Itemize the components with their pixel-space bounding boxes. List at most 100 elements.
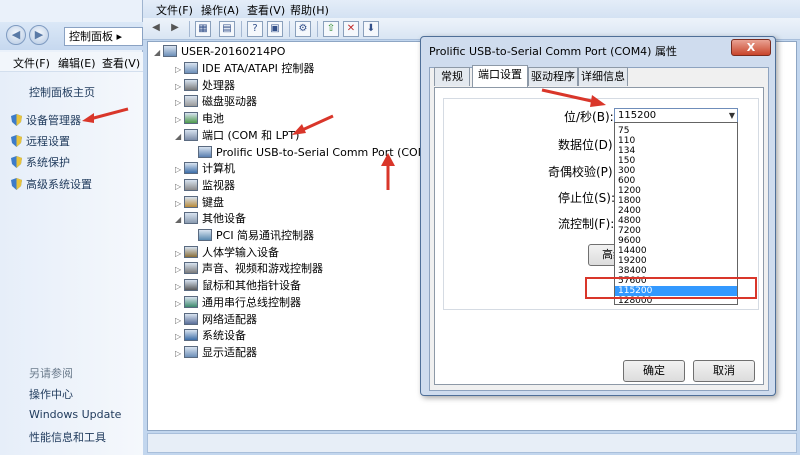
cp-menu-edit[interactable]: 编辑(E) bbox=[58, 55, 96, 71]
tree-node-label: 网络适配器 bbox=[202, 312, 257, 326]
baud-label: 位/秒(B): bbox=[564, 110, 614, 124]
tree-category-item[interactable]: ▷ 磁盘驱动器 bbox=[175, 95, 257, 110]
tree-category-item[interactable]: ▷ 声音、视频和游戏控制器 bbox=[175, 262, 323, 277]
collapse-triangle-icon[interactable]: ◢ bbox=[154, 46, 163, 60]
tree-node-label: 显示适配器 bbox=[202, 345, 257, 359]
address-field[interactable]: 控制面板 ▸ bbox=[64, 27, 143, 46]
device-icon bbox=[184, 329, 198, 342]
tree-child-item[interactable]: Prolific USB-to-Serial Comm Port (COM4) bbox=[198, 145, 438, 160]
tree-category-item[interactable]: ▷ 人体学输入设备 bbox=[175, 245, 279, 261]
console-tree-icon[interactable]: ▦ bbox=[195, 21, 211, 37]
expand-triangle-icon[interactable]: ▷ bbox=[175, 263, 184, 277]
uninstall-icon[interactable]: ✕ bbox=[343, 21, 359, 37]
scan-hardware-icon[interactable]: ⚙ bbox=[295, 21, 311, 37]
update-driver-icon[interactable]: ⇧ bbox=[323, 21, 339, 37]
sidebar-link-label: 系统保护 bbox=[26, 156, 70, 169]
expand-triangle-icon[interactable]: ▷ bbox=[175, 180, 184, 194]
tree-category-item[interactable]: ▷ 网络适配器 bbox=[175, 312, 257, 328]
tree-category-item[interactable]: ▷ 通用串行总线控制器 bbox=[175, 295, 301, 311]
device-icon bbox=[184, 312, 198, 325]
baud-option[interactable]: 300 bbox=[615, 166, 737, 176]
properties-icon[interactable]: ▤ bbox=[219, 21, 235, 37]
tab-details[interactable]: 详细信息 bbox=[578, 67, 628, 86]
parity-label: 奇偶校验(P): bbox=[548, 165, 617, 179]
baud-option[interactable]: 600 bbox=[615, 176, 737, 186]
dm-menu-help[interactable]: 帮助(H) bbox=[290, 2, 329, 18]
baud-option[interactable]: 110 bbox=[615, 136, 737, 146]
sidebar-link-device-manager[interactable]: 设备管理器 bbox=[10, 112, 81, 128]
device-icon bbox=[163, 45, 177, 57]
sidebar-link-remote[interactable]: 远程设置 bbox=[10, 133, 70, 149]
device-icon bbox=[184, 128, 198, 141]
baud-option[interactable]: 134 bbox=[615, 146, 737, 156]
expand-triangle-icon[interactable]: ▷ bbox=[175, 330, 184, 344]
cp-menu-file[interactable]: 文件(F) bbox=[13, 55, 50, 71]
tree-category-item[interactable]: ▷ 显示适配器 bbox=[175, 345, 257, 361]
baud-option[interactable]: 9600 bbox=[615, 236, 737, 246]
tree-category-item[interactable]: ▷ 系统设备 bbox=[175, 329, 246, 344]
tree-category-item[interactable]: ▷ 键盘 bbox=[175, 195, 224, 211]
collapse-triangle-icon[interactable]: ◢ bbox=[175, 130, 184, 144]
cp-menu-view[interactable]: 查看(V) bbox=[102, 55, 140, 71]
baud-option[interactable]: 150 bbox=[615, 156, 737, 166]
sidebar-link-protection[interactable]: 系统保护 bbox=[10, 154, 70, 170]
forward-arrow-icon[interactable]: ▶ bbox=[167, 21, 183, 37]
baud-option[interactable]: 1200 bbox=[615, 186, 737, 196]
back-button[interactable]: ◀ bbox=[6, 25, 26, 45]
tree-root[interactable]: ◢ USER-20160214PO bbox=[154, 45, 285, 60]
collapse-triangle-icon[interactable]: ◢ bbox=[175, 213, 184, 227]
dm-menu-view[interactable]: 查看(V) bbox=[247, 2, 285, 18]
baud-option[interactable]: 14400 bbox=[615, 246, 737, 256]
expand-triangle-icon[interactable]: ▷ bbox=[175, 297, 184, 311]
expand-triangle-icon[interactable]: ▷ bbox=[175, 113, 184, 127]
tab-general[interactable]: 常规 bbox=[434, 67, 470, 86]
expand-triangle-icon[interactable]: ▷ bbox=[175, 347, 184, 361]
tree-category-item[interactable]: ◢ 端口 (COM 和 LPT) bbox=[175, 128, 299, 144]
cp-home-link[interactable]: 控制面板主页 bbox=[29, 84, 95, 100]
baud-option[interactable]: 75 bbox=[615, 126, 737, 136]
expand-triangle-icon[interactable]: ▷ bbox=[175, 247, 184, 261]
shield-icon bbox=[11, 135, 22, 147]
cp-menubar: 文件(F) 编辑(E) 查看(V) bbox=[0, 52, 143, 72]
action-pane-icon[interactable]: ▣ bbox=[267, 21, 283, 37]
dm-menu-file[interactable]: 文件(F) bbox=[156, 2, 193, 18]
expand-triangle-icon[interactable]: ▷ bbox=[175, 96, 184, 110]
expand-triangle-icon[interactable]: ▷ bbox=[175, 163, 184, 177]
see-also-action-center[interactable]: 操作中心 bbox=[29, 386, 73, 402]
dialog-close-button[interactable]: X bbox=[731, 39, 771, 56]
tree-child-item[interactable]: PCI 简易通讯控制器 bbox=[198, 229, 314, 243]
sidebar-link-advanced[interactable]: 高级系统设置 bbox=[10, 176, 92, 192]
expand-triangle-icon[interactable]: ▷ bbox=[175, 63, 184, 77]
tree-category-item[interactable]: ▷ 鼠标和其他指针设备 bbox=[175, 279, 301, 294]
tree-category-item[interactable]: ▷ 电池 bbox=[175, 112, 224, 127]
back-arrow-icon[interactable]: ◀ bbox=[148, 21, 164, 37]
see-also-windows-update[interactable]: Windows Update bbox=[29, 408, 121, 421]
baud-option[interactable]: 2400 bbox=[615, 206, 737, 216]
annotation-arrow-sidebar bbox=[82, 107, 129, 123]
tab-driver[interactable]: 驱动程序 bbox=[528, 67, 578, 86]
tab-port-settings[interactable]: 端口设置 bbox=[472, 65, 528, 87]
disable-device-icon[interactable]: ⬇ bbox=[363, 21, 379, 37]
expand-triangle-icon[interactable]: ▷ bbox=[175, 314, 184, 328]
cancel-button[interactable]: 取消 bbox=[693, 360, 755, 382]
baud-option[interactable]: 7200 bbox=[615, 226, 737, 236]
tree-category-item[interactable]: ◢ 其他设备 bbox=[175, 212, 246, 227]
tree-category-item[interactable]: ▷ 处理器 bbox=[175, 78, 235, 94]
dm-menu-action[interactable]: 操作(A) bbox=[201, 2, 239, 18]
baud-option[interactable]: 19200 bbox=[615, 256, 737, 266]
help-icon[interactable]: ? bbox=[247, 21, 263, 37]
expand-triangle-icon[interactable]: ▷ bbox=[175, 280, 184, 294]
forward-button[interactable]: ▶ bbox=[29, 25, 49, 45]
status-bar bbox=[147, 433, 797, 453]
tree-category-item[interactable]: ▷ IDE ATA/ATAPI 控制器 bbox=[175, 62, 314, 77]
expand-triangle-icon[interactable]: ▷ bbox=[175, 80, 184, 94]
baud-option[interactable]: 1800 bbox=[615, 196, 737, 206]
device-icon bbox=[184, 78, 198, 91]
baud-option[interactable]: 38400 bbox=[615, 266, 737, 276]
expand-triangle-icon[interactable]: ▷ bbox=[175, 197, 184, 211]
tree-category-item[interactable]: ▷ 监视器 bbox=[175, 178, 235, 194]
ok-button[interactable]: 确定 bbox=[623, 360, 685, 382]
baud-option[interactable]: 4800 bbox=[615, 216, 737, 226]
see-also-performance[interactable]: 性能信息和工具 bbox=[29, 429, 106, 445]
tree-category-item[interactable]: ▷ 计算机 bbox=[175, 162, 235, 177]
